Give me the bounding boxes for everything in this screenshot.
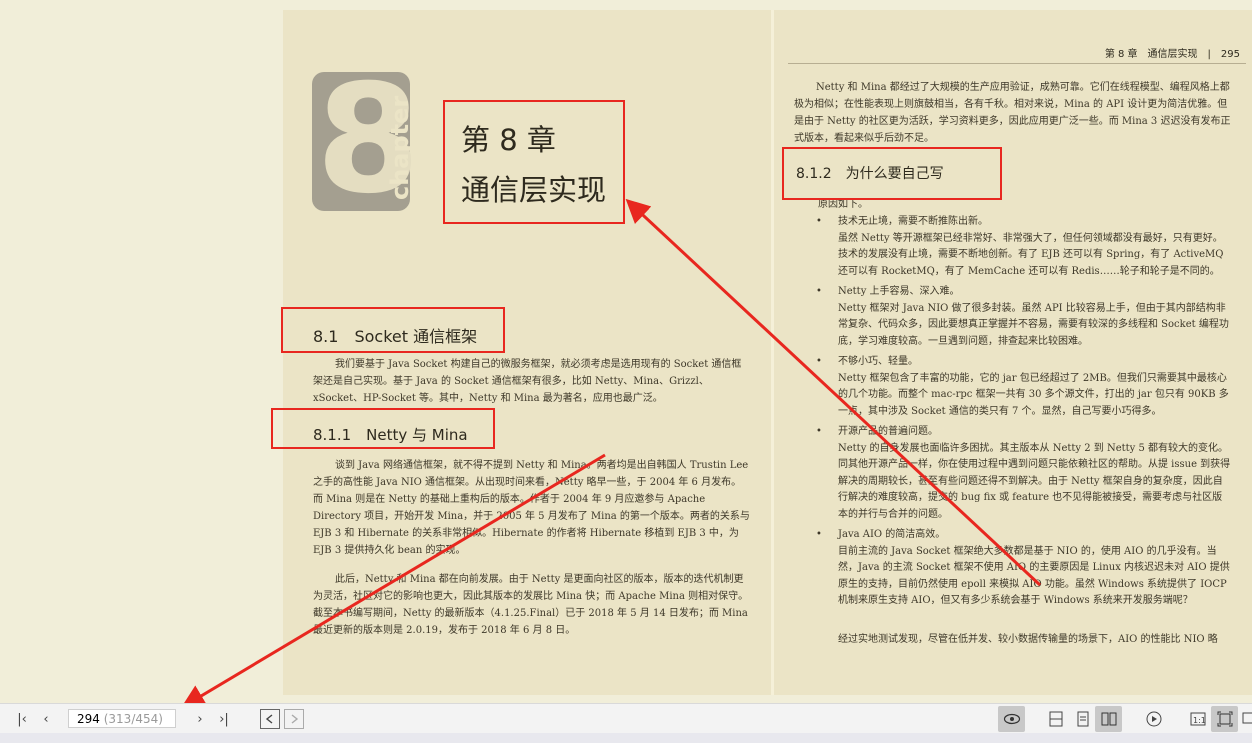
last-page-icon[interactable]: ›|: [214, 709, 234, 729]
eye-icon: [1002, 709, 1022, 729]
page-number-input[interactable]: 294 (313/454): [68, 709, 176, 728]
arrow-to-page-number: [180, 453, 606, 703]
back-icon[interactable]: [260, 709, 280, 729]
two-page-icon: [1099, 709, 1119, 729]
next-page-icon[interactable]: ›: [190, 709, 210, 729]
page-current: 294: [77, 712, 100, 726]
document-viewer[interactable]: 8 chapter 第 8 章 通信层实现 8.1 Socket 通信框架 我们…: [0, 0, 1252, 703]
fit-page-icon: [1215, 709, 1235, 729]
annotation-arrows: [180, 198, 1042, 703]
prev-page-icon[interactable]: ‹: [36, 709, 56, 729]
forward-icon[interactable]: [284, 709, 304, 729]
page-sub: (313/454): [103, 712, 163, 726]
viewer-toolbar: |‹ ‹ 294 (313/454) › ›| 1:1: [0, 703, 1252, 734]
play-icon[interactable]: [1144, 709, 1164, 729]
first-page-icon[interactable]: |‹: [12, 709, 32, 729]
single-page-icon[interactable]: [1073, 709, 1093, 729]
actual-size-icon[interactable]: 1:1: [1188, 709, 1208, 729]
taskbar: [0, 733, 1252, 743]
arrow-to-chapter-title: [625, 198, 1042, 587]
fit-width-icon[interactable]: [1046, 709, 1066, 729]
comment-icon[interactable]: [1238, 709, 1252, 729]
svg-text:1:1: 1:1: [1193, 716, 1206, 725]
